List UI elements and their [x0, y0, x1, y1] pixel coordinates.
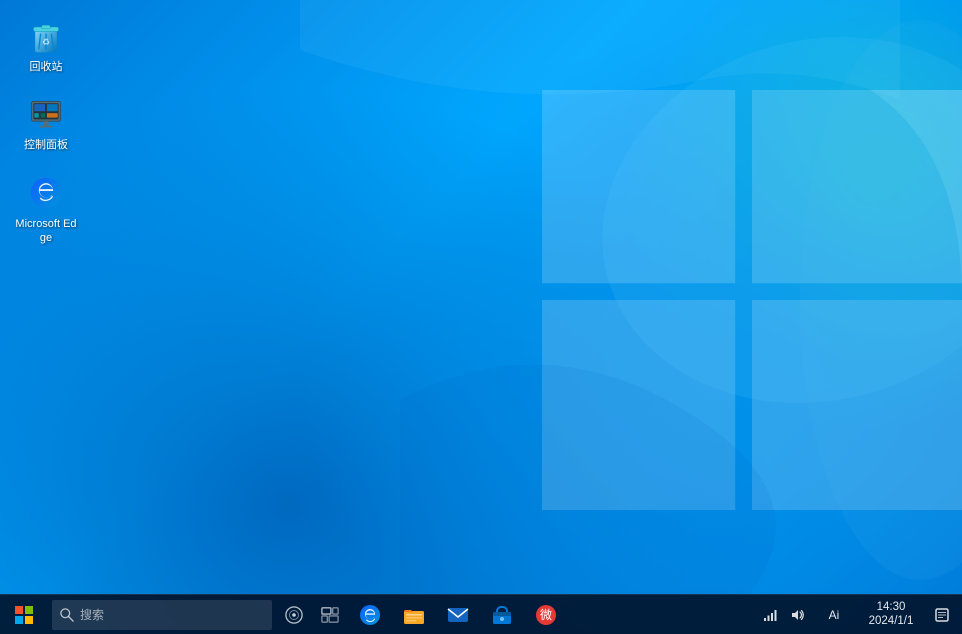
system-tray: Ai 14:30 2024/1/1 — [756, 595, 962, 634]
taskbar-search[interactable]: 搜索 — [52, 600, 272, 630]
recycle-bin-icon[interactable]: ♻ 回收站 — [10, 10, 82, 80]
task-view-button[interactable] — [312, 595, 348, 634]
taskbar-app-weibo[interactable]: 微 — [524, 595, 568, 634]
taskbar: 搜索 — [0, 594, 962, 634]
cortana-button[interactable] — [276, 595, 312, 634]
action-center-button[interactable] — [926, 595, 958, 634]
input-indicator-text: Ai — [829, 608, 840, 622]
taskbar-pinned-apps: 微 — [348, 595, 756, 634]
control-panel-icon[interactable]: 控制面板 — [10, 88, 82, 158]
svg-text:♻: ♻ — [42, 37, 50, 47]
network-tray-icon[interactable] — [756, 595, 784, 634]
clock-time: 14:30 — [877, 601, 906, 615]
microsoft-edge-icon[interactable]: Microsoft Edge — [10, 167, 82, 252]
desktop-icons-area: ♻ 回收站 — [10, 10, 82, 251]
taskbar-app-explorer[interactable] — [392, 595, 436, 634]
recycle-bin-label: 回收站 — [30, 60, 63, 74]
volume-tray-icon[interactable] — [784, 595, 812, 634]
clock-date: 2024/1/1 — [869, 615, 914, 629]
control-panel-image — [26, 94, 66, 134]
search-placeholder-text: 搜索 — [80, 606, 104, 623]
control-panel-label: 控制面板 — [24, 138, 68, 152]
microsoft-edge-label: Microsoft Edge — [14, 217, 78, 246]
desktop: ♻ 回收站 — [0, 0, 962, 634]
taskbar-app-mail[interactable] — [436, 595, 480, 634]
taskbar-app-edge[interactable] — [348, 595, 392, 634]
microsoft-edge-image — [26, 173, 66, 213]
recycle-bin-image: ♻ — [26, 16, 66, 56]
start-button[interactable] — [0, 595, 48, 634]
taskbar-app-store[interactable] — [480, 595, 524, 634]
windows-logo-watermark — [542, 50, 962, 550]
input-indicator[interactable]: Ai — [812, 595, 856, 634]
svg-text:微: 微 — [540, 608, 552, 622]
taskbar-clock[interactable]: 14:30 2024/1/1 — [856, 595, 926, 634]
